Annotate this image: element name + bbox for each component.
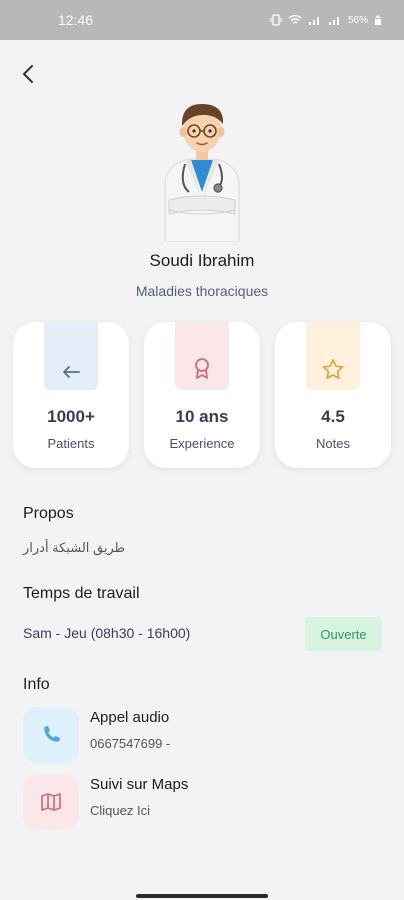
- stat-card-experience: 10 ans Experience: [144, 322, 260, 468]
- award-icon: [195, 358, 209, 379]
- chevron-left-icon: [23, 65, 33, 83]
- stat-value: 1000+: [47, 407, 95, 426]
- signal-2-icon: [328, 17, 339, 25]
- home-indicator[interactable]: [136, 894, 268, 898]
- audio-call-item[interactable]: Appel audio 0667547699 -: [23, 707, 383, 763]
- info-item-subtitle: Cliquez Ici: [90, 803, 150, 818]
- vibrate-icon: [270, 14, 282, 26]
- about-title: Propos: [23, 505, 74, 522]
- battery-percent: 56%: [347, 14, 368, 26]
- info-item-subtitle: 0667547699 -: [90, 736, 171, 751]
- stat-ribbon: [175, 322, 229, 390]
- about-text: طريق الشبكة أدرار: [23, 540, 126, 555]
- info-icon-box: [23, 707, 79, 763]
- work-time-title: Temps de travail: [23, 585, 140, 602]
- phone-icon: [44, 726, 60, 742]
- back-button[interactable]: [14, 60, 42, 88]
- stat-ribbon: [44, 322, 98, 390]
- stat-ribbon: [306, 322, 360, 390]
- doctor-name: Soudi Ibrahim: [149, 251, 255, 270]
- open-status-badge: Ouverte: [305, 617, 382, 651]
- info-icon-box: [23, 774, 79, 830]
- doctor-specialty: Maladies thoraciques: [135, 283, 269, 299]
- star-icon: [322, 359, 344, 380]
- stat-card-notes: 4.5 Notes: [275, 322, 391, 468]
- status-icons: 56%: [270, 14, 382, 26]
- work-hours: Sam - Jeu (08h30 - 16h00): [23, 625, 191, 641]
- stat-value: 4.5: [321, 407, 345, 426]
- status-time: 12:46: [58, 12, 94, 28]
- stat-card-patients: 1000+ Patients: [13, 322, 129, 468]
- stat-label: Patients: [47, 436, 95, 451]
- status-bar: 12:46 56%: [0, 0, 404, 40]
- maps-item[interactable]: Suivi sur Maps Cliquez Ici: [23, 774, 383, 830]
- battery-icon: [375, 15, 381, 25]
- map-icon: [41, 793, 61, 811]
- signal-icon: [308, 17, 319, 25]
- stat-label: Notes: [316, 436, 350, 451]
- wifi-icon: [288, 15, 302, 24]
- arrow-left-icon: [63, 366, 80, 378]
- stat-label: Experience: [169, 436, 235, 451]
- stat-value: 10 ans: [175, 407, 229, 426]
- info-item-title: Appel audio: [90, 709, 170, 726]
- info-item-title: Suivi sur Maps: [90, 776, 189, 793]
- doctor-avatar: [164, 104, 240, 242]
- info-title: Info: [23, 676, 50, 693]
